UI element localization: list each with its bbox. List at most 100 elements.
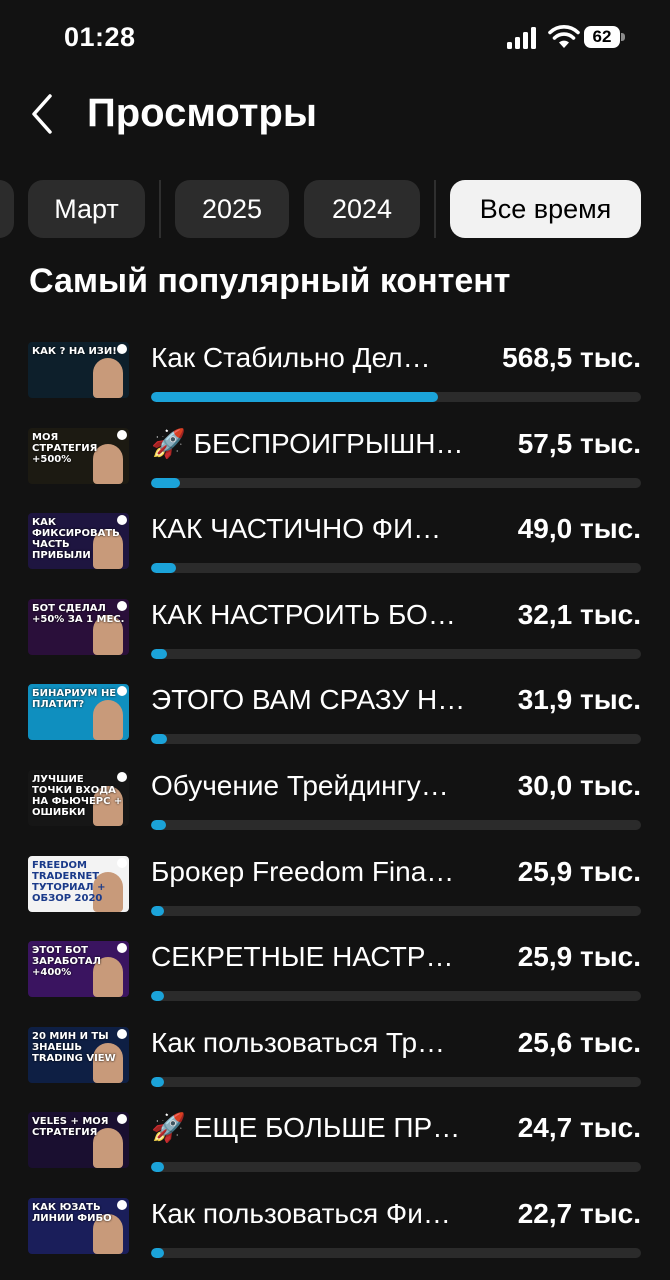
chevron-left-icon [32, 94, 52, 134]
view-count: 25,9 тыс. [517, 855, 641, 887]
video-thumbnail: VELES + МОЯ СТРАТЕГИЯ [28, 1112, 129, 1169]
section-title: Самый популярный контент [29, 262, 511, 300]
list-item[interactable]: ЛУЧШИЕ ТОЧКИ ВХОДА НА ФЬЮЧЕРС + ОШИБКИ Об… [0, 769, 670, 839]
content-title: КАК НАСТРОИТЬ БО… [151, 598, 456, 630]
list-item[interactable]: МОЯ СТРАТЕГИЯ +500% 🚀 БЕСПРОИГРЫШН… 57,5 т… [0, 427, 670, 497]
views-progress-bar [151, 1248, 641, 1258]
views-progress-bar [151, 991, 641, 1002]
channel-badge-icon [117, 1114, 127, 1125]
thumbnail-caption: 20 МИН И ТЫ ЗНАЕШЬ TRADING VIEW [32, 1030, 116, 1064]
back-button[interactable] [26, 92, 66, 136]
thumbnail-caption: VELES + МОЯ СТРАТЕГИЯ [32, 1116, 109, 1139]
content-title: Обучение Трейдингу… [151, 770, 449, 801]
view-count: 25,9 тыс. [517, 941, 641, 973]
thumbnail-caption: БИНАРИУМ НЕ ПЛАТИТ? [32, 688, 117, 711]
content-title: Как Стабильно Дел… [151, 342, 431, 373]
views-progress-fill [151, 1248, 164, 1258]
views-progress-fill [151, 563, 176, 574]
battery-level: 62 [584, 26, 620, 48]
channel-badge-icon [117, 344, 127, 354]
list-item[interactable]: ЭТОТ БОТ ЗАРАБОТАЛ +400% СЕКРЕТНЫЕ НАСТР…… [0, 940, 670, 1010]
list-item[interactable]: БИНАРИУМ НЕ ПЛАТИТ? ЭТОГО ВАМ СРАЗУ Н… 31,… [0, 683, 670, 753]
view-count: 32,1 тыс. [517, 598, 641, 630]
list-item[interactable]: FREEDOM TRADERNET ТУТОРИАЛ + ОБЗОР 2020 Б… [0, 855, 670, 925]
views-progress-bar [151, 392, 641, 402]
channel-badge-icon [117, 857, 127, 868]
channel-badge-icon [117, 772, 127, 782]
views-progress-bar [151, 734, 641, 745]
content-title: КАК ЧАСТИЧНО ФИ… [151, 513, 442, 545]
view-count: 57,5 тыс. [517, 427, 641, 459]
thumbnail-person-image [93, 358, 123, 398]
thumbnail-caption: МОЯ СТРАТЕГИЯ +500% [32, 431, 98, 465]
channel-badge-icon [117, 1200, 127, 1210]
channel-badge-icon [117, 429, 127, 440]
video-thumbnail: БОТ СДЕЛАЛ +50% ЗА 1 МЕС. [28, 598, 129, 655]
video-thumbnail: МОЯ СТРАТЕГИЯ +500% [28, 427, 129, 484]
views-progress-bar [151, 563, 641, 574]
thumbnail-caption: FREEDOM TRADERNET ТУТОРИАЛ + ОБЗОР 2020 [32, 859, 106, 904]
content-title: ЭТОГО ВАМ СРАЗУ Н… [151, 684, 466, 716]
views-progress-bar [151, 1162, 641, 1173]
thumbnail-caption: ЭТОТ БОТ ЗАРАБОТАЛ +400% [32, 945, 101, 979]
channel-badge-icon [117, 686, 127, 697]
views-progress-fill [151, 734, 168, 745]
thumbnail-caption: ЛУЧШИЕ ТОЧКИ ВХОДА НА ФЬЮЧЕРС + ОШИБКИ [32, 774, 123, 818]
view-count: 568,5 тыс. [502, 342, 641, 373]
filter-chip-2025[interactable]: 2025 [175, 180, 289, 238]
filter-chip-march[interactable]: Март [28, 180, 145, 238]
views-progress-fill [151, 1076, 164, 1087]
list-item[interactable]: VELES + МОЯ СТРАТЕГИЯ 🚀 ЕЩЕ БОЛЬШЕ ПР… 24,… [0, 1111, 670, 1181]
views-progress-fill [151, 392, 439, 402]
views-progress-fill [151, 1162, 164, 1173]
period-filter-bar: Март 2025 2024 Все время [0, 180, 670, 238]
list-item[interactable]: БОТ СДЕЛАЛ +50% ЗА 1 МЕС. КАК НАСТРОИТЬ Б… [0, 598, 670, 668]
battery-icon: 62 [584, 26, 626, 48]
views-progress-bar [151, 820, 641, 830]
list-item[interactable]: 20 МИН И ТЫ ЗНАЕШЬ TRADING VIEW Как польз… [0, 1026, 670, 1096]
video-thumbnail: КАК ФИКСИРОВАТЬ ЧАСТЬ ПРИБЫЛИ [28, 513, 129, 570]
view-count: 31,9 тыс. [517, 684, 641, 716]
page-title: Просмотры [87, 91, 318, 135]
thumbnail-caption: КАК ФИКСИРОВАТЬ ЧАСТЬ ПРИБЫЛИ [32, 517, 120, 562]
filter-chip-2024[interactable]: 2024 [304, 180, 420, 238]
thumbnail-caption: КАК ЮЗАТЬ ЛИНИИ ФИБО [32, 1202, 112, 1224]
video-thumbnail: ЭТОТ БОТ ЗАРАБОТАЛ +400% [28, 941, 129, 998]
video-thumbnail: ЛУЧШИЕ ТОЧКИ ВХОДА НА ФЬЮЧЕРС + ОШИБКИ [28, 770, 129, 826]
filter-chip-all-time[interactable]: Все время [450, 180, 641, 238]
view-count: 30,0 тыс. [517, 770, 641, 801]
views-progress-fill [151, 905, 165, 916]
views-progress-fill [151, 820, 167, 830]
filter-chip-partial[interactable] [0, 180, 14, 238]
list-item[interactable]: КАК ? НА ИЗИ! Как Стабильно Дел… 568,5 тыс… [0, 341, 670, 411]
filter-divider [159, 180, 161, 238]
thumbnail-caption: БОТ СДЕЛАЛ +50% ЗА 1 МЕС. [32, 602, 125, 625]
views-progress-fill [151, 991, 165, 1002]
content-title: Как пользоваться Тр… [151, 1026, 446, 1058]
status-bar: 01:28 62 [0, 0, 670, 76]
cellular-signal-icon [507, 27, 536, 49]
content-title: Как пользоваться Фи… [151, 1198, 451, 1229]
channel-badge-icon [117, 515, 127, 526]
video-thumbnail: 20 МИН И ТЫ ЗНАЕШЬ TRADING VIEW [28, 1026, 129, 1083]
video-thumbnail: КАК ? НА ИЗИ! [28, 342, 129, 398]
content-title: 🚀 БЕСПРОИГРЫШН… [151, 427, 464, 459]
channel-badge-icon [117, 600, 127, 611]
list-item[interactable]: КАК ФИКСИРОВАТЬ ЧАСТЬ ПРИБЫЛИ КАК ЧАСТИЧН… [0, 512, 670, 582]
list-item[interactable]: КАК ЮЗАТЬ ЛИНИИ ФИБО Как пользоваться Фи…… [0, 1197, 670, 1267]
views-progress-fill [151, 477, 181, 488]
content-title: 🚀 ЕЩЕ БОЛЬШЕ ПР… [151, 1112, 461, 1144]
views-progress-bar [151, 905, 641, 916]
view-count: 24,7 тыс. [517, 1112, 641, 1144]
views-progress-bar [151, 648, 641, 659]
wifi-icon [548, 25, 580, 48]
views-progress-bar [151, 477, 641, 488]
views-progress-fill [151, 648, 168, 659]
view-count: 49,0 тыс. [517, 513, 641, 545]
view-count: 25,6 тыс. [517, 1026, 641, 1058]
video-thumbnail: КАК ЮЗАТЬ ЛИНИИ ФИБО [28, 1198, 129, 1254]
channel-badge-icon [117, 1028, 127, 1039]
status-time: 01:28 [64, 22, 136, 52]
filter-divider [434, 180, 436, 238]
content-title: СЕКРЕТНЫЕ НАСТР… [151, 941, 454, 973]
